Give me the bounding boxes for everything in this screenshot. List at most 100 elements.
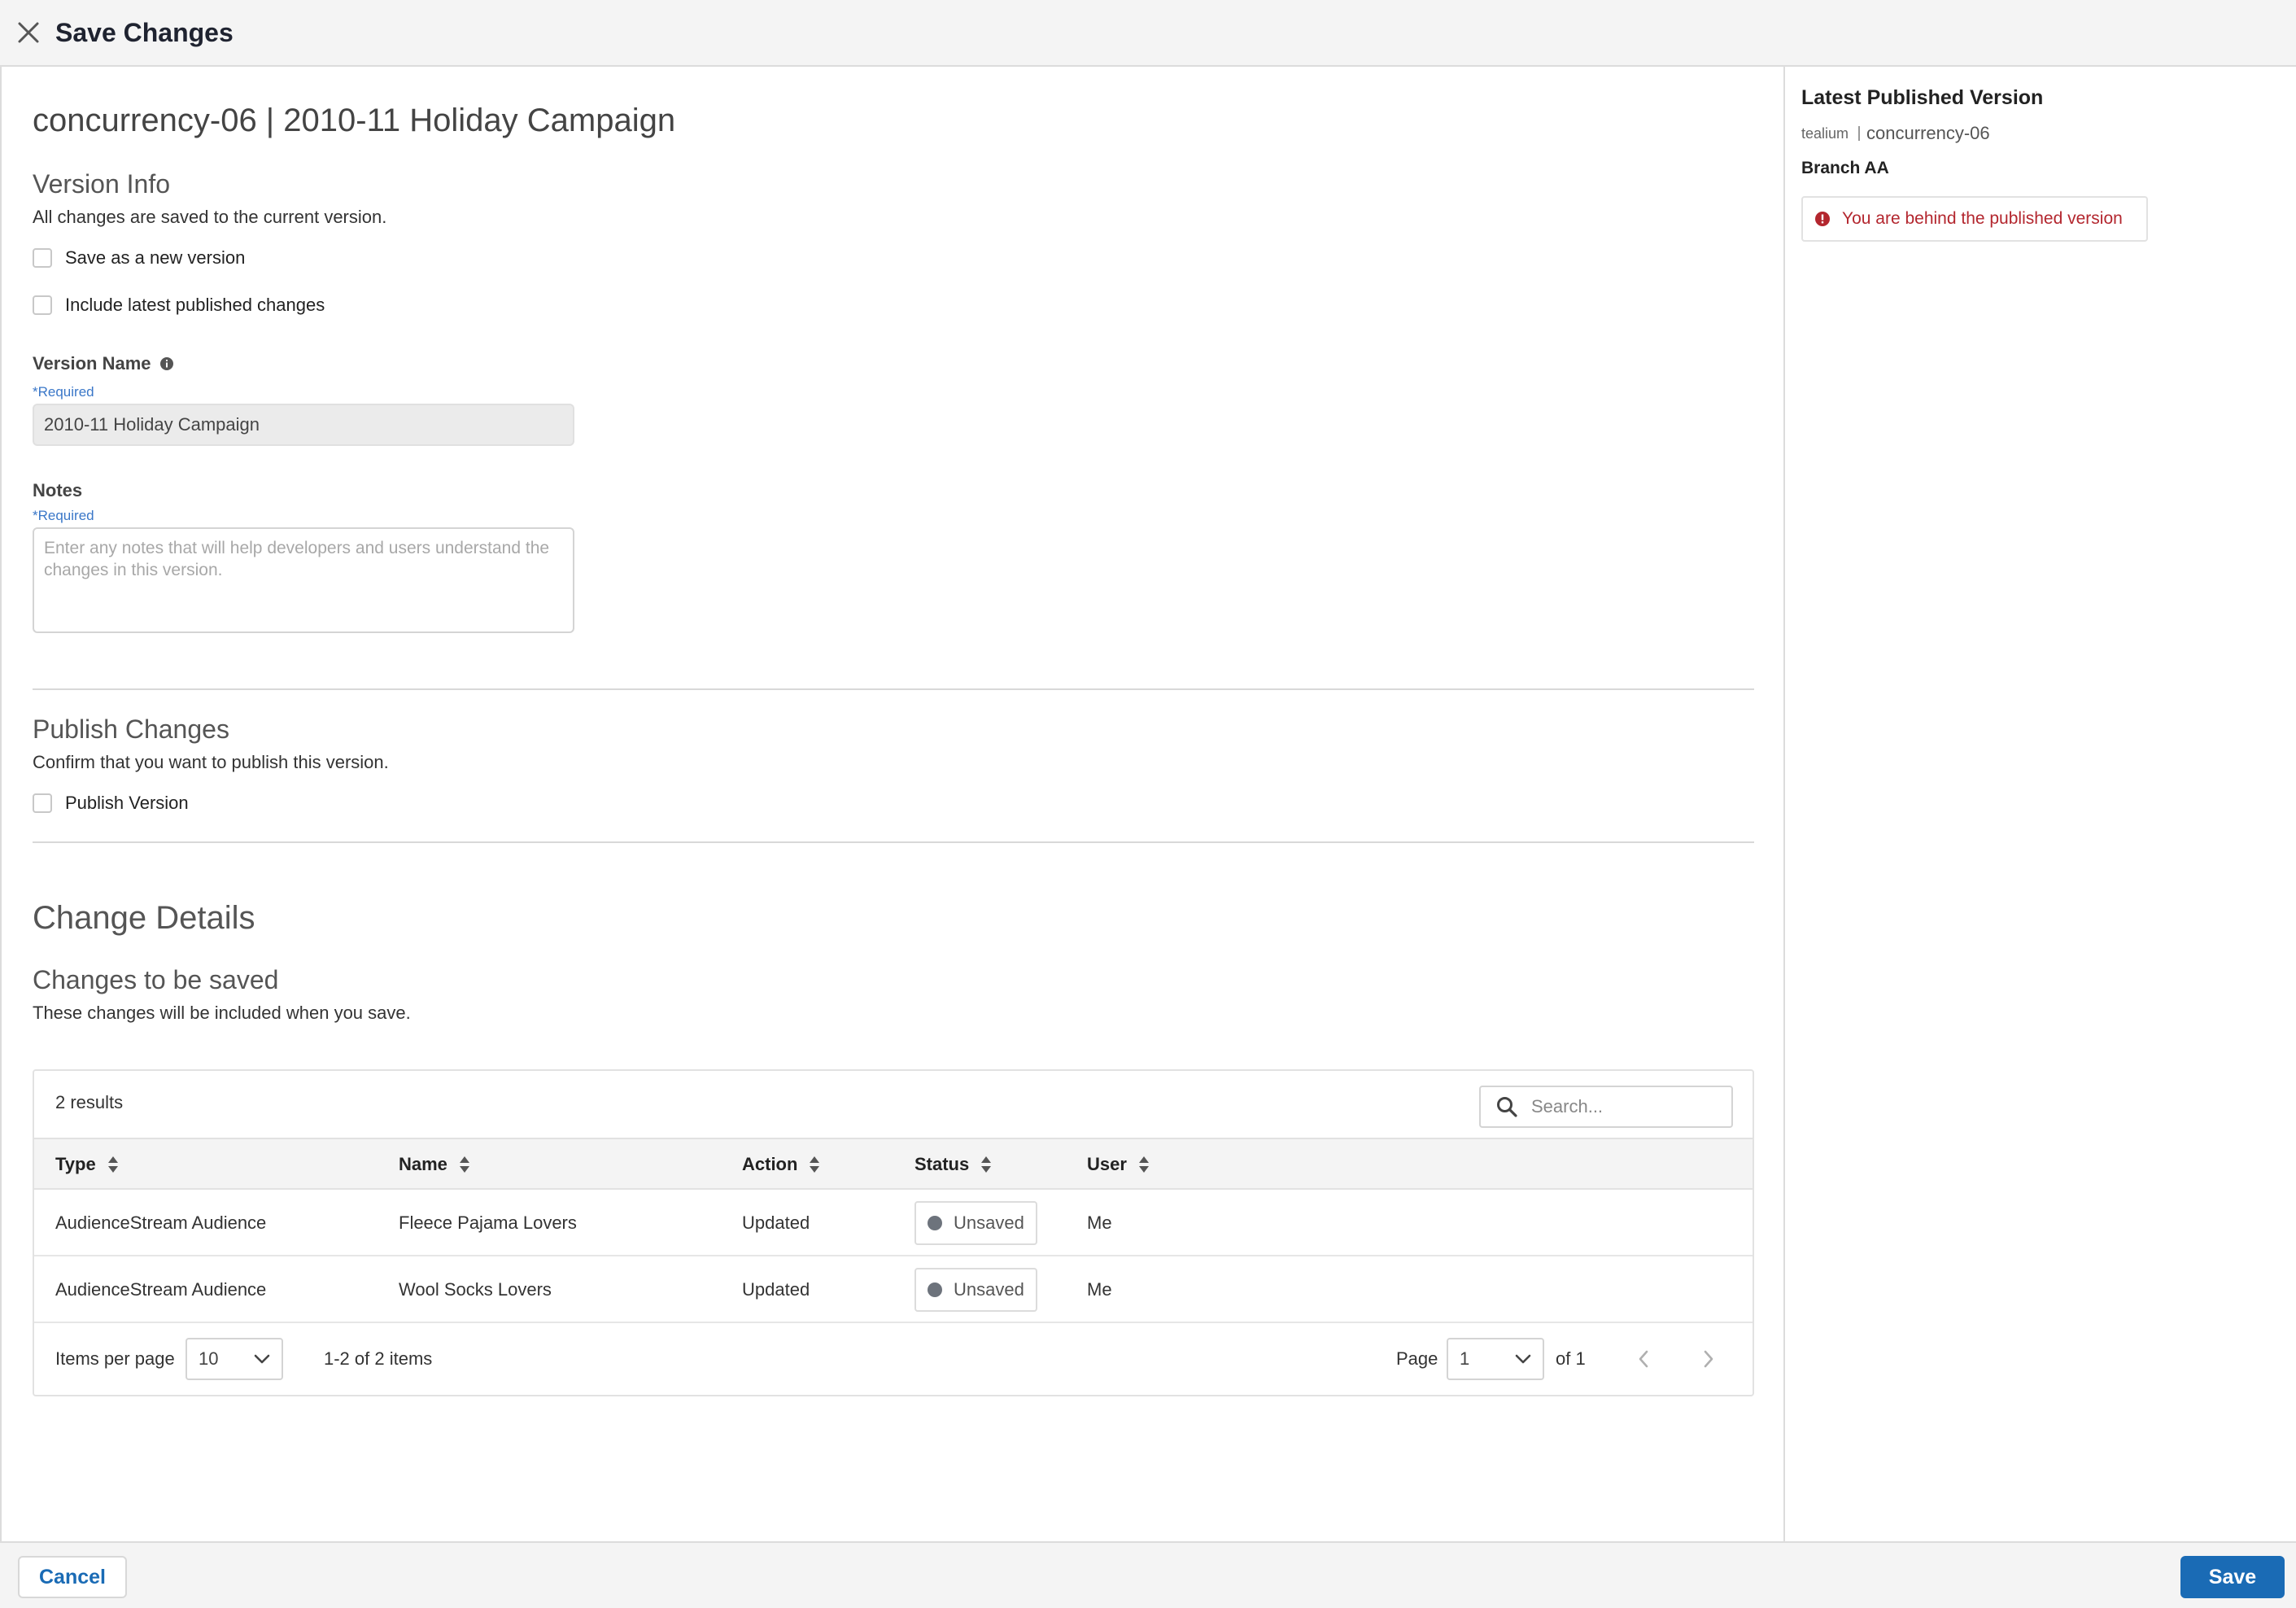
status-label: Unsaved [954, 1279, 1024, 1300]
branch-name: Branch AA [1801, 159, 1889, 177]
column-header-status[interactable]: Status [914, 1139, 992, 1190]
version-info-title: Version Info [33, 169, 170, 199]
version-info-description: All changes are saved to the current ver… [33, 207, 387, 227]
pagination-bar: Items per page 10 1-2 of 2 items Page 1 … [34, 1323, 1753, 1395]
column-header-label: Action [742, 1154, 798, 1174]
page-select[interactable]: 1 [1447, 1338, 1544, 1380]
warning-text: You are behind the published version [1842, 209, 2123, 228]
latest-published-panel: Latest Published Version tealium concurr… [1783, 67, 2296, 1541]
items-per-page-select[interactable]: 10 [186, 1338, 283, 1380]
checkbox-box[interactable] [33, 248, 52, 268]
sort-icon [107, 1156, 118, 1173]
cell-status: Unsaved [914, 1190, 1037, 1256]
items-per-page-label: Items per page [55, 1348, 175, 1369]
status-dot-icon [928, 1216, 942, 1230]
panel-account-profile: tealium concurrency-06 [1801, 123, 2280, 144]
version-name-input[interactable] [33, 404, 574, 446]
status-dot-icon [928, 1282, 942, 1297]
cell-name: Wool Socks Lovers [399, 1279, 552, 1300]
cell-name: Fleece Pajama Lovers [399, 1213, 577, 1233]
page-value: 1 [1460, 1348, 1470, 1369]
column-header-action[interactable]: Action [742, 1139, 820, 1190]
cell-action: Updated [742, 1213, 810, 1233]
changes-table: 2 results Type Name Action [33, 1069, 1754, 1396]
column-header-label: Status [914, 1154, 970, 1174]
chevron-down-icon [254, 1354, 270, 1364]
search-box[interactable] [1479, 1086, 1733, 1128]
separator [1858, 126, 1861, 141]
sort-icon [459, 1156, 469, 1173]
panel-title: Latest Published Version [1801, 86, 2044, 109]
checkbox-label: Include latest published changes [65, 295, 325, 315]
account-name: tealium [1801, 125, 1849, 142]
main-content: concurrency-06 | 2010-11 Holiday Campaig… [0, 67, 1783, 1541]
cell-user: Me [1087, 1213, 1112, 1233]
search-input[interactable] [1531, 1096, 1718, 1117]
chevron-left-icon [1639, 1350, 1648, 1368]
version-name-label-text: Version Name [33, 353, 151, 374]
sort-icon [1138, 1156, 1149, 1173]
checkbox-label: Save as a new version [65, 247, 246, 268]
column-header-name[interactable]: Name [399, 1139, 470, 1190]
chevron-right-icon [1704, 1350, 1713, 1368]
info-icon[interactable] [159, 356, 174, 371]
notes-required: *Required [33, 508, 94, 523]
dialog-title: Save Changes [55, 17, 234, 47]
version-name-label: Version Name [33, 353, 174, 374]
section-divider [33, 841, 1754, 843]
cell-user: Me [1087, 1279, 1112, 1300]
checkbox-box[interactable] [33, 295, 52, 315]
cell-action: Updated [742, 1279, 810, 1300]
checkbox-label: Publish Version [65, 793, 189, 813]
cell-type: AudienceStream Audience [55, 1279, 267, 1300]
cell-status: Unsaved [914, 1256, 1037, 1323]
items-per-page-value: 10 [199, 1348, 219, 1369]
notes-label-text: Notes [33, 480, 83, 500]
checkbox-box[interactable] [33, 793, 52, 813]
include-latest-checkbox[interactable]: Include latest published changes [33, 295, 325, 316]
column-header-type[interactable]: Type [55, 1139, 119, 1190]
sort-icon [981, 1156, 992, 1173]
profile-name: concurrency-06 [1866, 123, 1990, 143]
column-header-user[interactable]: User [1087, 1139, 1150, 1190]
page-label: Page [1396, 1348, 1438, 1369]
dialog-footer: Cancel Save [0, 1541, 2296, 1608]
publish-changes-description: Confirm that you want to publish this ve… [33, 752, 389, 772]
next-page-button[interactable] [1694, 1344, 1723, 1374]
close-icon [18, 22, 39, 43]
table-row[interactable]: AudienceStream Audience Fleece Pajama Lo… [34, 1190, 1753, 1256]
column-header-label: Type [55, 1154, 96, 1174]
changes-to-be-saved-title: Changes to be saved [33, 965, 279, 994]
cell-type: AudienceStream Audience [55, 1213, 267, 1233]
sort-icon [810, 1156, 820, 1173]
results-count: 2 results [55, 1092, 124, 1112]
save-new-version-checkbox[interactable]: Save as a new version [33, 247, 245, 269]
table-header: Type Name Action Status User [34, 1138, 1753, 1190]
section-divider [33, 688, 1754, 690]
cancel-button[interactable]: Cancel [18, 1556, 127, 1598]
save-button[interactable]: Save [2180, 1556, 2285, 1598]
items-range: 1-2 of 2 items [324, 1348, 433, 1369]
notes-textarea[interactable] [33, 527, 574, 633]
changes-description: These changes will be included when you … [33, 1003, 411, 1023]
chevron-down-icon [1515, 1354, 1531, 1364]
notes-label: Notes [33, 480, 82, 501]
behind-version-warning: You are behind the published version [1801, 196, 2148, 242]
close-button[interactable] [15, 19, 42, 46]
alert-icon [1815, 212, 1830, 226]
version-name-required: *Required [33, 384, 94, 400]
column-header-label: User [1087, 1154, 1127, 1174]
page-title: concurrency-06 | 2010-11 Holiday Campaig… [33, 103, 676, 138]
publish-changes-title: Publish Changes [33, 714, 229, 744]
column-header-label: Name [399, 1154, 447, 1174]
page-total: of 1 [1556, 1348, 1586, 1369]
publish-version-checkbox[interactable]: Publish Version [33, 793, 189, 814]
table-row[interactable]: AudienceStream Audience Wool Socks Lover… [34, 1256, 1753, 1323]
search-icon [1497, 1097, 1517, 1117]
status-label: Unsaved [954, 1213, 1024, 1233]
dialog-header: Save Changes [0, 0, 2296, 67]
previous-page-button[interactable] [1629, 1344, 1658, 1374]
status-badge: Unsaved [914, 1201, 1037, 1245]
status-badge: Unsaved [914, 1268, 1037, 1312]
change-details-title: Change Details [33, 900, 255, 936]
